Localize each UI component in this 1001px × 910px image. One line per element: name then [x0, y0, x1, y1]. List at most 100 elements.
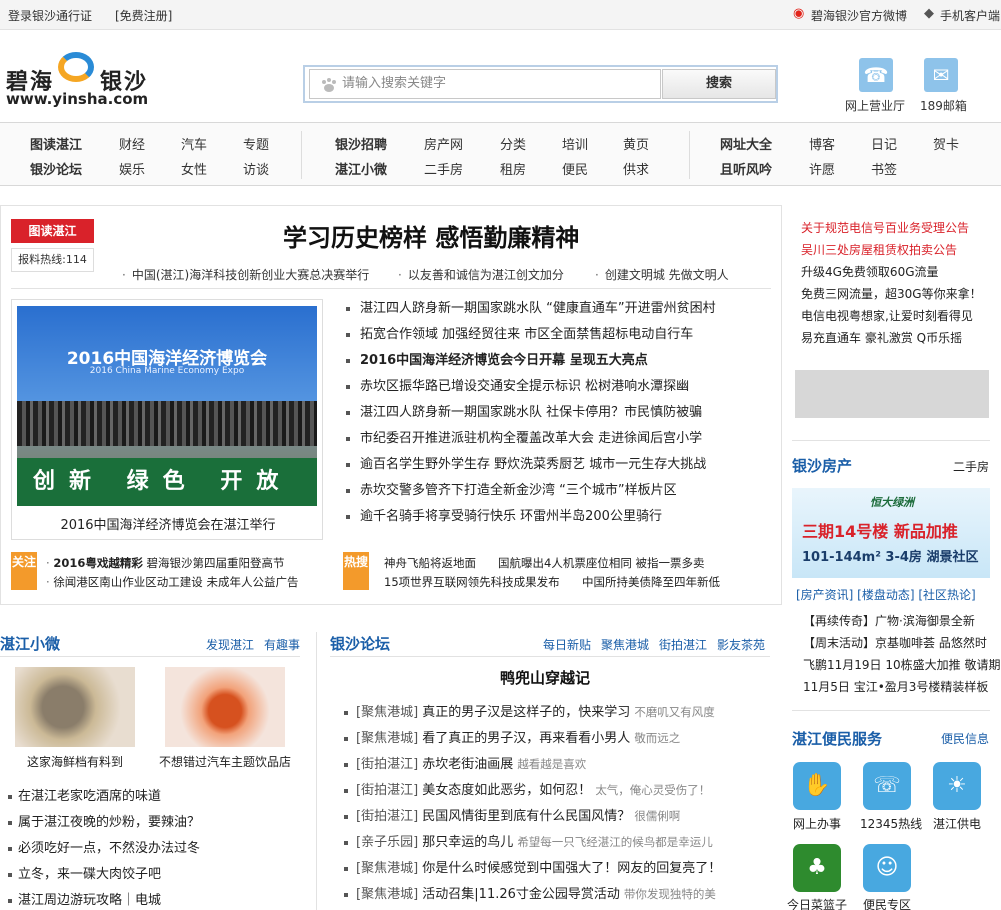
official-weibo-link[interactable]: 碧海银沙官方微博 [811, 7, 907, 24]
headline[interactable]: 学习历史榜样 感悟勤廉精神 [283, 218, 579, 253]
hot-item[interactable]: 15项世界互联网领先科技成果发布 [384, 574, 560, 590]
nav-jobs[interactable]: 银沙招聘 [335, 134, 387, 153]
thumb-caption[interactable]: 不想错过汽车主题饮品店 [159, 753, 291, 770]
nav-entertainment[interactable]: 娱乐 [119, 159, 145, 178]
nav-convenience[interactable]: 便民 [562, 159, 588, 178]
forum-section-title[interactable]: 银沙论坛 [330, 633, 390, 654]
notice-item[interactable]: 升级4G免费领取60G流量 [801, 263, 939, 280]
hot-item[interactable]: 神舟飞船将返地面 [384, 555, 476, 571]
notice-item[interactable]: 关于规范电信号百业务受理公告 [801, 219, 969, 236]
house-ad-banner[interactable]: 恒大绿洲 三期14号楼 新品加推 101-144m² 3-4房 湖景社区 [792, 488, 990, 578]
basket-icon[interactable]: ♣ [793, 844, 841, 892]
news-item[interactable]: 2016中国海洋经济博览会今日开幕 呈现五大亮点 [346, 349, 648, 368]
nav-training[interactable]: 培训 [562, 134, 588, 153]
forum-post[interactable]: [聚焦港城] 你是什么时候感觉到中国强大了！网友的回复亮了！ [344, 857, 725, 876]
search-button[interactable]: 搜索 [662, 69, 776, 99]
weibo-section-title[interactable]: 湛江小微 [0, 633, 60, 654]
house-category-links[interactable]: [房产资讯] [楼盘动态] [社区热论] [796, 586, 976, 603]
hand-icon[interactable]: ✋ [793, 762, 841, 810]
nav-women[interactable]: 女性 [181, 159, 207, 178]
house-news-item[interactable]: 【再续传奇】广物·滨海御景全新 [803, 612, 975, 629]
notice-item[interactable]: 吴川三处房屋租赁权拍卖公告 [801, 241, 957, 258]
nav-interview[interactable]: 访谈 [243, 159, 269, 178]
weibo-list-item[interactable]: 属于湛江夜晚的炒粉，要辣油？ [8, 811, 200, 830]
house-news-item[interactable]: 【周末活动】京基咖啡荟 品悠然时 [803, 634, 987, 651]
forum-post[interactable]: [街拍湛江] 美女态度如此恶劣，如何忍！ 太气，俺心灵受伤了！ [344, 779, 710, 798]
nav-blog[interactable]: 博客 [809, 134, 835, 153]
forum-post[interactable]: [街拍湛江] 民国风情街里到底有什么民国风情？ 很儒俐啊 [344, 805, 680, 824]
mobile-client-link[interactable]: 手机客户端 [940, 7, 1000, 24]
mail-189-link[interactable]: 189邮箱 [920, 97, 967, 114]
notice-item[interactable]: 免费三网流量，超30G等你来拿！ [801, 285, 982, 302]
nav-house[interactable]: 房产网 [424, 134, 463, 153]
login-link[interactable]: 登录银沙通行证 [8, 7, 92, 24]
forum-post[interactable]: [聚焦港城] 真正的男子汉是这样子的，快来学习 不磨叽又有风度 [344, 701, 715, 720]
nav-cards[interactable]: 贺卡 [933, 134, 959, 153]
nav-auto[interactable]: 汽车 [181, 134, 207, 153]
service-section-title[interactable]: 湛江便民服务 [792, 728, 882, 749]
nav-bookmarks[interactable]: 书签 [871, 159, 897, 178]
service-label[interactable]: 便民专区 [863, 896, 911, 910]
forum-post[interactable]: [街拍湛江] 赤坎老街油画展 越看越是喜欢 [344, 753, 586, 772]
house-news-item[interactable]: 11月5日 宝江•盈月3号楼精装样板 [803, 678, 988, 695]
nav-sites[interactable]: 网址大全 [720, 134, 772, 153]
news-item[interactable]: 逾百名学生野外学生存 野炊洗菜秀厨艺 城市一元生存大挑战 [346, 453, 706, 472]
hot-item[interactable]: 国航曝出4人机票座位相同 被指一票多卖 [498, 555, 704, 571]
fun-stuff-link[interactable]: 有趣事 [264, 636, 300, 653]
nav-listen[interactable]: 且听风吟 [720, 159, 772, 178]
forum-link[interactable]: 影友茶苑 [717, 636, 765, 653]
nav-rent[interactable]: 租房 [500, 159, 526, 178]
nav-tudu[interactable]: 图读湛江 [30, 134, 82, 153]
news-item[interactable]: 赤坎区振华路已增设交通安全提示标识 松树港响水潭探幽 [346, 375, 689, 394]
news-item[interactable]: 逾千名骑手将享受骑行快乐 环雷州半岛200公里骑行 [346, 505, 662, 524]
forum-post[interactable]: [亲子乐园] 那只幸运的鸟儿 希望每一只飞经湛江的候鸟都是幸运儿 [344, 831, 713, 850]
mail-icon[interactable]: ✉ [924, 58, 958, 92]
nav-weibo[interactable]: 湛江小微 [335, 159, 387, 178]
news-item[interactable]: 市纪委召开推进派驻机构全覆盖改革大会 走进徐闻后宫小学 [346, 427, 702, 446]
section-tag[interactable]: 图读湛江 [11, 219, 94, 243]
register-link[interactable]: [免费注册] [115, 7, 172, 24]
seafood-thumb[interactable] [15, 667, 135, 747]
forum-post[interactable]: [聚焦港城] 看了真正的男子汉，再来看看小男人 敬而远之 [344, 727, 680, 746]
secondhand-house-link[interactable]: 二手房 [953, 458, 989, 475]
featured-photo-box[interactable]: 2016中国海洋经济博览会 2016 China Marine Economy … [11, 299, 323, 540]
sub-headline[interactable]: · 中国(湛江)海洋科技创新创业大赛总决赛举行 [122, 266, 369, 283]
ad-placeholder[interactable] [795, 370, 989, 418]
nav-topics[interactable]: 专题 [243, 134, 269, 153]
forum-link[interactable]: 街拍湛江 [659, 636, 707, 653]
notice-item[interactable]: 易充直通车 豪礼激赏 Q币乐摇 [801, 329, 962, 346]
weibo-list-item[interactable]: 湛江周边游玩攻略｜电城 [8, 889, 161, 908]
nav-secondhand[interactable]: 二手房 [424, 159, 463, 178]
service-label[interactable]: 今日菜篮子 [787, 896, 847, 910]
telecom-icon[interactable]: ☎ [859, 58, 893, 92]
house-section-title[interactable]: 银沙房产 [792, 455, 852, 476]
forum-post[interactable]: [聚焦港城] 活动召集|11.26寸金公园导赏活动 带你发现独特的美 [344, 883, 716, 902]
service-label[interactable]: 12345热线 [860, 815, 922, 832]
hot-item[interactable]: 中国所持美债降至四年新低 [582, 574, 720, 590]
nav-classified[interactable]: 分类 [500, 134, 526, 153]
photo-caption[interactable]: 2016中国海洋经济博览会在湛江举行 [12, 514, 324, 533]
bulb-icon[interactable]: ☀ [933, 762, 981, 810]
convenience-info-link[interactable]: 便民信息 [941, 730, 989, 747]
discover-zhanjiang-link[interactable]: 发现湛江 [206, 636, 254, 653]
drink-thumb[interactable] [165, 667, 285, 747]
service-label[interactable]: 湛江供电 [933, 815, 981, 832]
forum-link[interactable]: 每日新贴 [543, 636, 591, 653]
news-item[interactable]: 赤坎交警多管齐下打造全新金沙湾 “三个城市”样板片区 [346, 479, 677, 498]
thumb-caption[interactable]: 这家海鲜档有料到 [27, 753, 123, 770]
nav-wish[interactable]: 许愿 [809, 159, 835, 178]
search-input[interactable]: 请输入搜索关键字 [309, 69, 661, 99]
smile-icon[interactable]: ☺ [863, 844, 911, 892]
weibo-list-item[interactable]: 必须吃好一点，不然没办法过冬 [8, 837, 200, 856]
focus-item[interactable]: · 2016粤戏越精彩 碧海银沙第四届重阳登高节 [46, 555, 284, 571]
house-news-item[interactable]: 飞鹏11月19日 10栋盛大加推 敬请期 [803, 656, 1000, 673]
featured-photo[interactable]: 2016中国海洋经济博览会 2016 China Marine Economy … [17, 306, 317, 506]
sub-headline[interactable]: · 以友善和诚信为湛江创文加分 [398, 266, 564, 283]
nav-forum[interactable]: 银沙论坛 [30, 159, 82, 178]
notice-item[interactable]: 电信电视粤想家,让爱时刻看得见 [801, 307, 973, 324]
news-item[interactable]: 湛江四人跻身新一期国家跳水队 “健康直通车”开进雷州贫困村 [346, 297, 716, 316]
focus-item[interactable]: · 徐闻港区南山作业区动工建设 未成年人公益广告 [46, 574, 298, 590]
news-item[interactable]: 拓宽合作领域 加强经贸往来 市区全面禁售超标电动自行车 [346, 323, 693, 342]
nav-diary[interactable]: 日记 [871, 134, 897, 153]
nav-yellowpages[interactable]: 黄页 [623, 134, 649, 153]
